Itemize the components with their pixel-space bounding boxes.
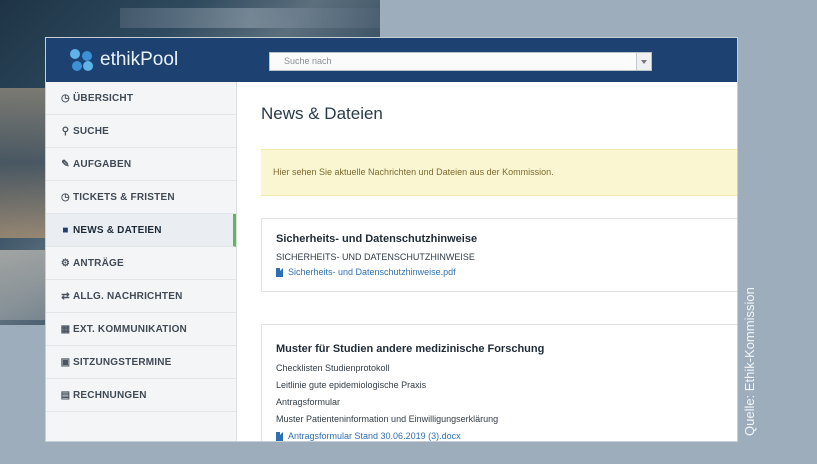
main-content: News & Dateien Hier sehen Sie aktuelle N… (237, 82, 737, 441)
calendar-icon: ▣ (60, 356, 71, 368)
sidebar-item-uebersicht[interactable]: ◷ ÜBERSICHT (46, 82, 236, 115)
file-name: Sicherheits- und Datenschutzhinweise.pdf (288, 267, 456, 277)
sidebar-item-suche[interactable]: ⚲ SUCHE (46, 115, 236, 148)
clock-icon: ◷ (61, 191, 70, 203)
search-select[interactable]: Suche nach (269, 52, 652, 71)
clock-icon: ◷ (61, 92, 70, 104)
info-notice: Hier sehen Sie aktuelle Nachrichten und … (261, 149, 737, 196)
sidebar-item-label: EXT. KOMMUNIKATION (73, 323, 187, 335)
image-credit: Quelle: Ethik-Kommission (742, 287, 757, 436)
logo-icon (70, 49, 94, 71)
logo-text: ethikPool (100, 49, 179, 70)
building-icon: ▦ (60, 323, 71, 335)
sidebar-item-ext-kommunikation[interactable]: ▦ EXT. KOMMUNIKATION (46, 313, 236, 346)
app-window: ethikPool Suche nach ◷ ÜBERSICHT ⚲ SUCHE… (46, 38, 737, 441)
exchange-icon: ⇄ (61, 290, 70, 302)
card-title: Sicherheits- und Datenschutzhinweise (276, 233, 478, 245)
search-placeholder: Suche nach (284, 56, 332, 66)
app-logo[interactable]: ethikPool (70, 48, 178, 72)
sidebar-item-label: AUFGABEN (73, 158, 132, 170)
card-line: Antragsformular (276, 397, 341, 407)
card-title: Muster für Studien andere medizinische F… (276, 343, 545, 355)
sidebar-item-label: NEWS & DATEIEN (73, 224, 162, 236)
page-title: News & Dateien (261, 104, 383, 123)
card-line: Muster Patienteninformation und Einwilli… (276, 414, 499, 424)
notice-text: Hier sehen Sie aktuelle Nachrichten und … (273, 167, 554, 177)
sidebar-item-label: TICKETS & FRISTEN (73, 191, 175, 203)
invoice-icon: ▤ (60, 389, 71, 401)
sidebar-item-sitzungstermine[interactable]: ▣ SITZUNGSTERMINE (46, 346, 236, 379)
file-name: Antragsformular Stand 30.06.2019 (3).doc… (288, 431, 461, 441)
sidebar-item-label: RECHNUNGEN (73, 389, 147, 401)
news-card: Sicherheits- und Datenschutzhinweise SIC… (261, 218, 737, 292)
gear-icon: ⚙ (60, 257, 71, 269)
file-link[interactable]: Sicherheits- und Datenschutzhinweise.pdf (276, 267, 456, 277)
photo-detail (120, 8, 380, 28)
file-icon (276, 267, 283, 277)
sidebar-item-label: ÜBERSICHT (73, 92, 134, 104)
sidebar: ◷ ÜBERSICHT ⚲ SUCHE ✎ AUFGABEN ◷ TICKETS… (46, 82, 237, 441)
sidebar-item-label: ALLG. NACHRICHTEN (73, 290, 183, 302)
edit-icon: ✎ (61, 158, 70, 170)
sidebar-item-label: SUCHE (73, 125, 110, 137)
search-icon: ⚲ (61, 125, 70, 137)
card-line: Checklisten Studienprotokoll (276, 363, 390, 373)
sidebar-item-rechnungen[interactable]: ▤ RECHNUNGEN (46, 379, 236, 412)
chevron-down-icon[interactable] (636, 53, 651, 70)
card-line: SICHERHEITS- UND DATENSCHUTZHINWEISE (276, 252, 475, 262)
sidebar-item-label: ANTRÄGE (73, 257, 124, 269)
top-navbar: ethikPool Suche nach (46, 38, 737, 82)
sidebar-item-aufgaben[interactable]: ✎ AUFGABEN (46, 148, 236, 181)
sidebar-item-news-dateien[interactable]: ■ NEWS & DATEIEN (46, 214, 236, 247)
sidebar-item-label: SITZUNGSTERMINE (73, 356, 172, 368)
file-link[interactable]: Antragsformular Stand 30.06.2019 (3).doc… (276, 431, 461, 441)
comment-icon: ■ (62, 224, 69, 236)
sidebar-item-allg-nachrichten[interactable]: ⇄ ALLG. NACHRICHTEN (46, 280, 236, 313)
sidebar-item-antraege[interactable]: ⚙ ANTRÄGE (46, 247, 236, 280)
card-line: Leitlinie gute epidemiologische Praxis (276, 380, 427, 390)
sidebar-item-tickets-fristen[interactable]: ◷ TICKETS & FRISTEN (46, 181, 236, 214)
news-card: Muster für Studien andere medizinische F… (261, 324, 737, 441)
file-icon (276, 431, 283, 441)
